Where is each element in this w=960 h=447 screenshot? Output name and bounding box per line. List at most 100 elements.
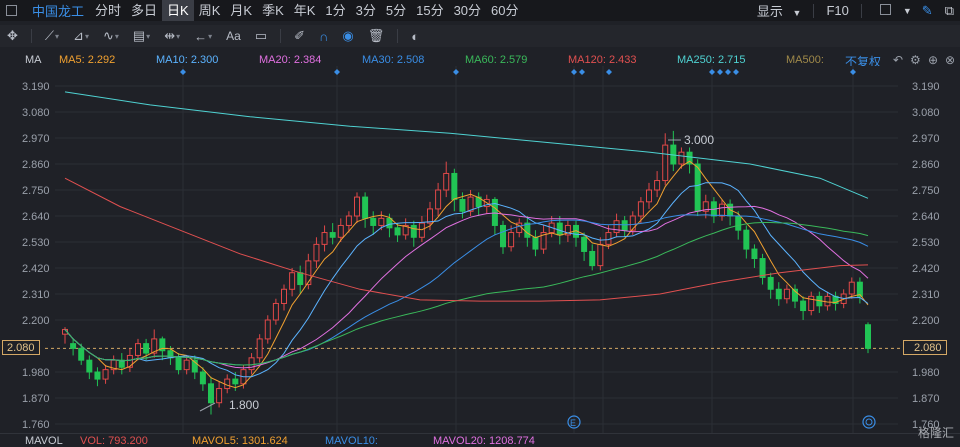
y-tick-right: 2.750 — [912, 185, 940, 197]
popout-icon[interactable]: ⧉ — [945, 3, 954, 19]
undo-icon[interactable]: ↶ — [893, 53, 903, 67]
y-tick-right: 3.190 — [912, 81, 940, 93]
candle-down — [759, 258, 766, 278]
crosshair-icon[interactable]: ✥ — [7, 28, 18, 44]
y-tick-right: 1.980 — [912, 367, 940, 379]
tab-yearly-k[interactable]: 年K — [289, 0, 321, 21]
candle-down — [751, 248, 758, 260]
candle-up — [508, 232, 515, 248]
kline-chart[interactable]: 3.190 3.190 3.080 3.080 2.970 2.970 2.860 2.860… — [0, 66, 960, 433]
y-tick-left: 2.860 — [22, 159, 50, 171]
candle-up — [264, 319, 271, 340]
y-tick-left: 2.970 — [22, 133, 50, 145]
y-tick-right: 3.080 — [912, 107, 940, 119]
y-tick-left: 3.080 — [22, 107, 50, 119]
pen-icon[interactable]: ✎ — [922, 3, 933, 19]
candle-down — [394, 227, 401, 236]
candle-down — [621, 220, 628, 231]
candle-up — [605, 232, 612, 245]
gann-tool-icon[interactable]: ▤ ▾ — [133, 28, 150, 44]
top-toolbar: 中国龙工 分时 多日 日K 周K 月K 季K 年K 1分 3分 5分 15分 3… — [0, 0, 960, 21]
tab-quarterly-k[interactable]: 季K — [257, 0, 289, 21]
comment-icon[interactable]: ▭ — [255, 28, 267, 44]
divider — [30, 29, 32, 43]
arrow-tool-icon[interactable]: ← ▾ — [194, 29, 212, 44]
magnet-icon[interactable]: ∩ — [319, 29, 328, 44]
candle-down — [767, 276, 774, 290]
candle-up — [216, 388, 223, 404]
candle-down — [775, 288, 782, 300]
y-tick-right: 1.870 — [912, 393, 940, 405]
display-label: 显示 — [756, 4, 783, 19]
y-tick-left: 2.200 — [22, 315, 50, 327]
wave-tool-icon[interactable]: ∿ ▾ — [103, 28, 119, 44]
add-icon[interactable]: ⊕ — [928, 53, 938, 67]
stock-name[interactable]: 中国龙工 — [32, 1, 84, 20]
text-tool-icon[interactable]: Aa — [226, 29, 241, 43]
tab-weekly-k[interactable]: 周K — [194, 0, 226, 21]
volume-legend: MAVOL VOL: 793.200 MAVOL5: 1301.624 MAVO… — [0, 433, 960, 447]
ma30-value: MA30: 2.508 — [362, 54, 425, 66]
candle-up — [313, 243, 320, 262]
tab-1min[interactable]: 1分 — [320, 0, 350, 21]
y-tick-left: 1.870 — [22, 393, 50, 405]
ma5-value: MA5: 2.292 — [59, 54, 116, 66]
tab-monthly-k[interactable]: 月K — [225, 0, 257, 21]
square-icon[interactable] — [874, 3, 897, 18]
settings-icon[interactable]: ⚙ — [910, 53, 921, 67]
tab-60min[interactable]: 60分 — [486, 0, 523, 21]
close-icon[interactable]: ⊗ — [945, 53, 955, 67]
candle-up — [637, 201, 644, 217]
candle-down — [865, 324, 871, 349]
tab-3min[interactable]: 3分 — [351, 0, 381, 21]
tab-minute[interactable]: 分时 — [90, 0, 126, 21]
divider — [280, 29, 282, 43]
measure-tool-icon[interactable]: ⇹ ▾ — [164, 28, 180, 44]
candle-down — [532, 236, 539, 250]
mavol-title[interactable]: MAVOL — [25, 435, 63, 447]
candle-down — [94, 371, 101, 380]
line-tool-icon[interactable]: ⟋ ▾ — [45, 28, 59, 44]
y-tick-right: 2.200 — [912, 315, 940, 327]
y-tick-left: 3.190 — [22, 81, 50, 93]
candle-down — [199, 371, 206, 385]
eye-icon[interactable]: ◉ — [342, 28, 353, 44]
tab-15min[interactable]: 15分 — [411, 0, 448, 21]
candle-up — [126, 354, 133, 368]
candle-down — [232, 378, 239, 385]
chevron-down-icon: ▼ — [792, 8, 802, 18]
display-dropdown[interactable]: 显示 ▼ — [751, 1, 802, 20]
ma-title[interactable]: MA — [25, 54, 42, 66]
eraser-icon[interactable]: ✐ — [294, 28, 305, 44]
candle-down — [556, 222, 563, 236]
y-tick-left: 1.760 — [22, 419, 50, 431]
ma60-value: MA60: 2.579 — [465, 54, 528, 66]
y-tick-left: 2.310 — [22, 289, 50, 301]
tab-daily-k[interactable]: 日K — [162, 0, 194, 21]
candle-up — [824, 295, 831, 307]
watermark: 格隆汇 — [917, 426, 954, 440]
candle-up — [345, 215, 352, 226]
menu-box-icon[interactable] — [0, 0, 22, 21]
channel-tool-icon[interactable]: ⊿ ▾ — [73, 28, 89, 44]
candle-down — [208, 383, 214, 404]
chevron-down-icon[interactable]: ▼ — [903, 6, 912, 16]
tab-5min[interactable]: 5分 — [381, 0, 411, 21]
event-e-label: E — [570, 418, 576, 428]
candle-down — [735, 215, 742, 231]
vol-value: VOL: 793.200 — [80, 435, 148, 447]
trash-icon[interactable]: 🗑 — [368, 28, 385, 44]
tab-30min[interactable]: 30分 — [449, 0, 486, 21]
f10-button[interactable]: F10 — [826, 3, 848, 18]
candle-up — [613, 220, 620, 234]
y-tick-left: 2.530 — [22, 237, 50, 249]
candle-up — [281, 288, 287, 304]
toggle-icon[interactable]: ◐ — [411, 29, 419, 44]
candle-down — [589, 250, 596, 267]
candle-up — [848, 281, 855, 295]
tab-multi-day[interactable]: 多日 — [126, 0, 162, 21]
candle-down — [800, 300, 807, 312]
y-tick-right: 2.310 — [912, 289, 940, 301]
candle-up — [102, 369, 109, 380]
candle-up — [354, 196, 360, 217]
